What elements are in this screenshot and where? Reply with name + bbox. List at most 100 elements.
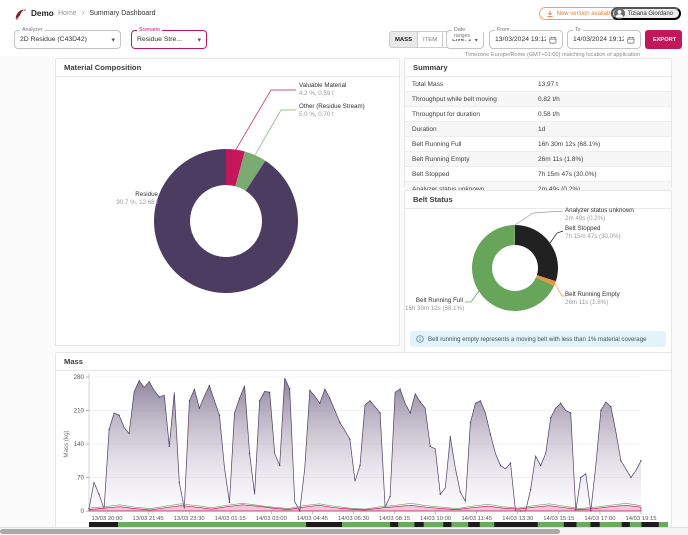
svg-text:70: 70 <box>77 475 84 482</box>
scrollbar-thumb[interactable] <box>0 529 560 534</box>
summary-card: Summary Total Mass 13.97 t Throughput whil… <box>404 58 672 197</box>
belt-info-text: Belt running empty represents a moving b… <box>428 335 647 343</box>
summary-row-label: Throughput for duration <box>412 110 480 118</box>
breadcrumb: Home › Summary Dashboard <box>58 8 156 17</box>
app-logo-icon <box>15 9 27 20</box>
summary-row: Total Mass 13.97 t <box>405 77 671 92</box>
card-title: Summary <box>405 59 671 77</box>
svg-text:13/03 21:45: 13/03 21:45 <box>133 516 165 522</box>
svg-text:14/03 11:45: 14/03 11:45 <box>461 516 492 522</box>
material-composition-chart: Valuable Material 4.2 %, 0.59 t Other (Res… <box>56 79 399 343</box>
horizontal-scrollbar[interactable] <box>0 527 688 535</box>
svg-text:14/03 04:45: 14/03 04:45 <box>297 516 329 522</box>
mass-chart-svg: 0 70 140 210 280 13/03 20:00 13/03 21:45 13/03 … <box>63 373 668 530</box>
filter-toolbar: Analyzer 2D Residue (C43D42) ▾ Scenario … <box>0 27 688 58</box>
svg-text:13/03 23:30: 13/03 23:30 <box>174 516 206 522</box>
app-title: Demo <box>31 9 54 18</box>
analyzer-label: Analyzer <box>20 27 45 33</box>
summary-row-label: Duration <box>412 125 437 133</box>
summary-row-value: 0.82 t/h <box>538 95 560 103</box>
toggle-item[interactable]: ITEM <box>418 32 444 47</box>
scenario-select[interactable]: Scenario Residue Stre... ▾ <box>131 27 207 49</box>
svg-text:14/03 03:00: 14/03 03:00 <box>256 516 288 522</box>
svg-text:14/03 10:00: 14/03 10:00 <box>420 516 452 522</box>
card-title: Material Composition <box>56 59 399 77</box>
from-value: 13/03/2024 19:12 <box>495 36 547 43</box>
chevron-down-icon: ▾ <box>111 36 115 44</box>
breadcrumb-home-link[interactable]: Home <box>58 10 77 17</box>
summary-row-value: 1d <box>538 125 546 133</box>
summary-row-label: Belt Stopped <box>412 170 450 178</box>
svg-text:14/03 13:30: 14/03 13:30 <box>502 516 534 522</box>
from-label: From <box>495 27 512 33</box>
user-name: Tiziana Giordano <box>627 10 673 17</box>
from-date-field[interactable]: From 13/03/2024 19:12 <box>489 27 563 49</box>
app-root: Demo Home › Summary Dashboard New versio… <box>0 0 688 535</box>
summary-row: Throughput while belt moving 0.82 t/h <box>405 92 671 107</box>
to-date-field[interactable]: To 14/03/2024 19:12 <box>567 27 641 49</box>
new-version-label: New version available <box>556 10 615 17</box>
summary-table: Total Mass 13.97 t Throughput while belt m… <box>405 77 671 197</box>
summary-row-value: 26m 11s (1.8%) <box>538 155 584 163</box>
export-button[interactable]: EXPORT <box>645 30 682 49</box>
svg-text:14/03 17:00: 14/03 17:00 <box>584 516 616 522</box>
slice-label-other-residue-stream-: Other (Residue Stream) 5.0 %, 0.70 t <box>299 103 365 118</box>
summary-row-value: 13.97 t <box>538 80 558 88</box>
svg-text:13/03 20:00: 13/03 20:00 <box>91 516 123 522</box>
download-icon <box>547 10 553 17</box>
to-label: To <box>573 27 583 33</box>
svg-text:280: 280 <box>74 374 85 381</box>
svg-text:14/03 19:15: 14/03 19:15 <box>625 516 657 522</box>
avatar <box>613 8 625 19</box>
svg-text:0: 0 <box>81 508 85 515</box>
summary-row: Throughput for duration 0.58 t/h <box>405 107 671 122</box>
summary-row: Belt Stopped 7h 15m 47s (30.0%) <box>405 167 671 182</box>
svg-text:14/03 01:15: 14/03 01:15 <box>215 516 247 522</box>
belt-status-chart: Belt Stopped 7h 15m 47s (30.0%) Belt Runni… <box>405 207 671 333</box>
calendar-icon[interactable] <box>546 36 557 44</box>
slice-label-analyzer-status-unknown: Analyzer status unknown 2m 49s (0.2%) <box>565 207 634 222</box>
date-range-select[interactable]: Date ranges Live: 24h ▾ <box>446 27 484 49</box>
svg-text:210: 210 <box>74 408 85 415</box>
to-value: 14/03/2024 19:12 <box>573 36 625 43</box>
donut-svg <box>465 210 565 311</box>
slice-label-belt-stopped: Belt Stopped 7h 15m 47s (30.0%) <box>565 225 621 240</box>
summary-row: Belt Running Empty 26m 11s (1.8%) <box>405 152 671 167</box>
summary-row: Duration 1d <box>405 122 671 137</box>
summary-row: Belt Running Full 16h 30m 12s (68.1%) <box>405 137 671 152</box>
belt-info-banner: Belt running empty represents a moving b… <box>410 331 666 347</box>
svg-text:14/03 06:30: 14/03 06:30 <box>338 516 370 522</box>
info-icon <box>416 335 424 343</box>
summary-row-label: Throughput while belt moving <box>412 95 497 103</box>
svg-text:Mass (kg): Mass (kg) <box>63 430 70 457</box>
summary-row-label: Total Mass <box>412 80 444 88</box>
summary-row-value: 7h 15m 47s (30.0%) <box>538 170 597 178</box>
belt-status-card: Belt Status Belt Stopped 7h 15m 47s (30.0… <box>404 190 672 354</box>
analyzer-value: 2D Residue (C43D42) <box>20 36 87 43</box>
analyzer-select[interactable]: Analyzer 2D Residue (C43D42) ▾ <box>14 27 121 49</box>
mass-card: Mass 0 70 140 210 280 13/03 20:00 13/03 21:45 1… <box>55 352 672 533</box>
breadcrumb-separator-icon: › <box>81 8 85 17</box>
top-bar: Demo Home › Summary Dashboard New versio… <box>0 0 688 29</box>
user-menu-button[interactable]: Tiziana Giordano <box>610 7 681 20</box>
new-version-button[interactable]: New version available <box>538 7 622 20</box>
donut-svg <box>154 89 299 293</box>
svg-text:14/03 15:15: 14/03 15:15 <box>543 516 575 522</box>
scenario-label: Scenario <box>137 27 162 33</box>
date-range-label: Date ranges <box>452 27 483 39</box>
slice-label-belt-running-empty: Belt Running Empty 26m 11s (1.8%) <box>565 291 620 306</box>
material-composition-card: Material Composition Valuable Material 4.… <box>55 58 400 346</box>
mass-chart: 0 70 140 210 280 13/03 20:00 13/03 21:45 13/03 … <box>56 369 671 533</box>
summary-row-label: Belt Running Empty <box>412 155 470 163</box>
summary-row-value: 0.58 t/h <box>538 110 560 118</box>
chevron-down-icon: ▾ <box>197 36 201 44</box>
summary-row-label: Belt Running Full <box>412 140 462 148</box>
toggle-mass[interactable]: MASS <box>390 32 419 47</box>
svg-text:140: 140 <box>74 441 85 448</box>
slice-label-valuable-material: Valuable Material 4.2 %, 0.59 t <box>299 82 347 97</box>
export-label: EXPORT <box>652 36 677 43</box>
breadcrumb-current: Summary Dashboard <box>89 9 156 17</box>
slice-label-belt-running-full: Belt Running Full 16h 30m 12s (68.1%) <box>405 297 465 312</box>
calendar-icon[interactable] <box>624 36 635 44</box>
svg-text:14/03 08:15: 14/03 08:15 <box>379 516 411 522</box>
